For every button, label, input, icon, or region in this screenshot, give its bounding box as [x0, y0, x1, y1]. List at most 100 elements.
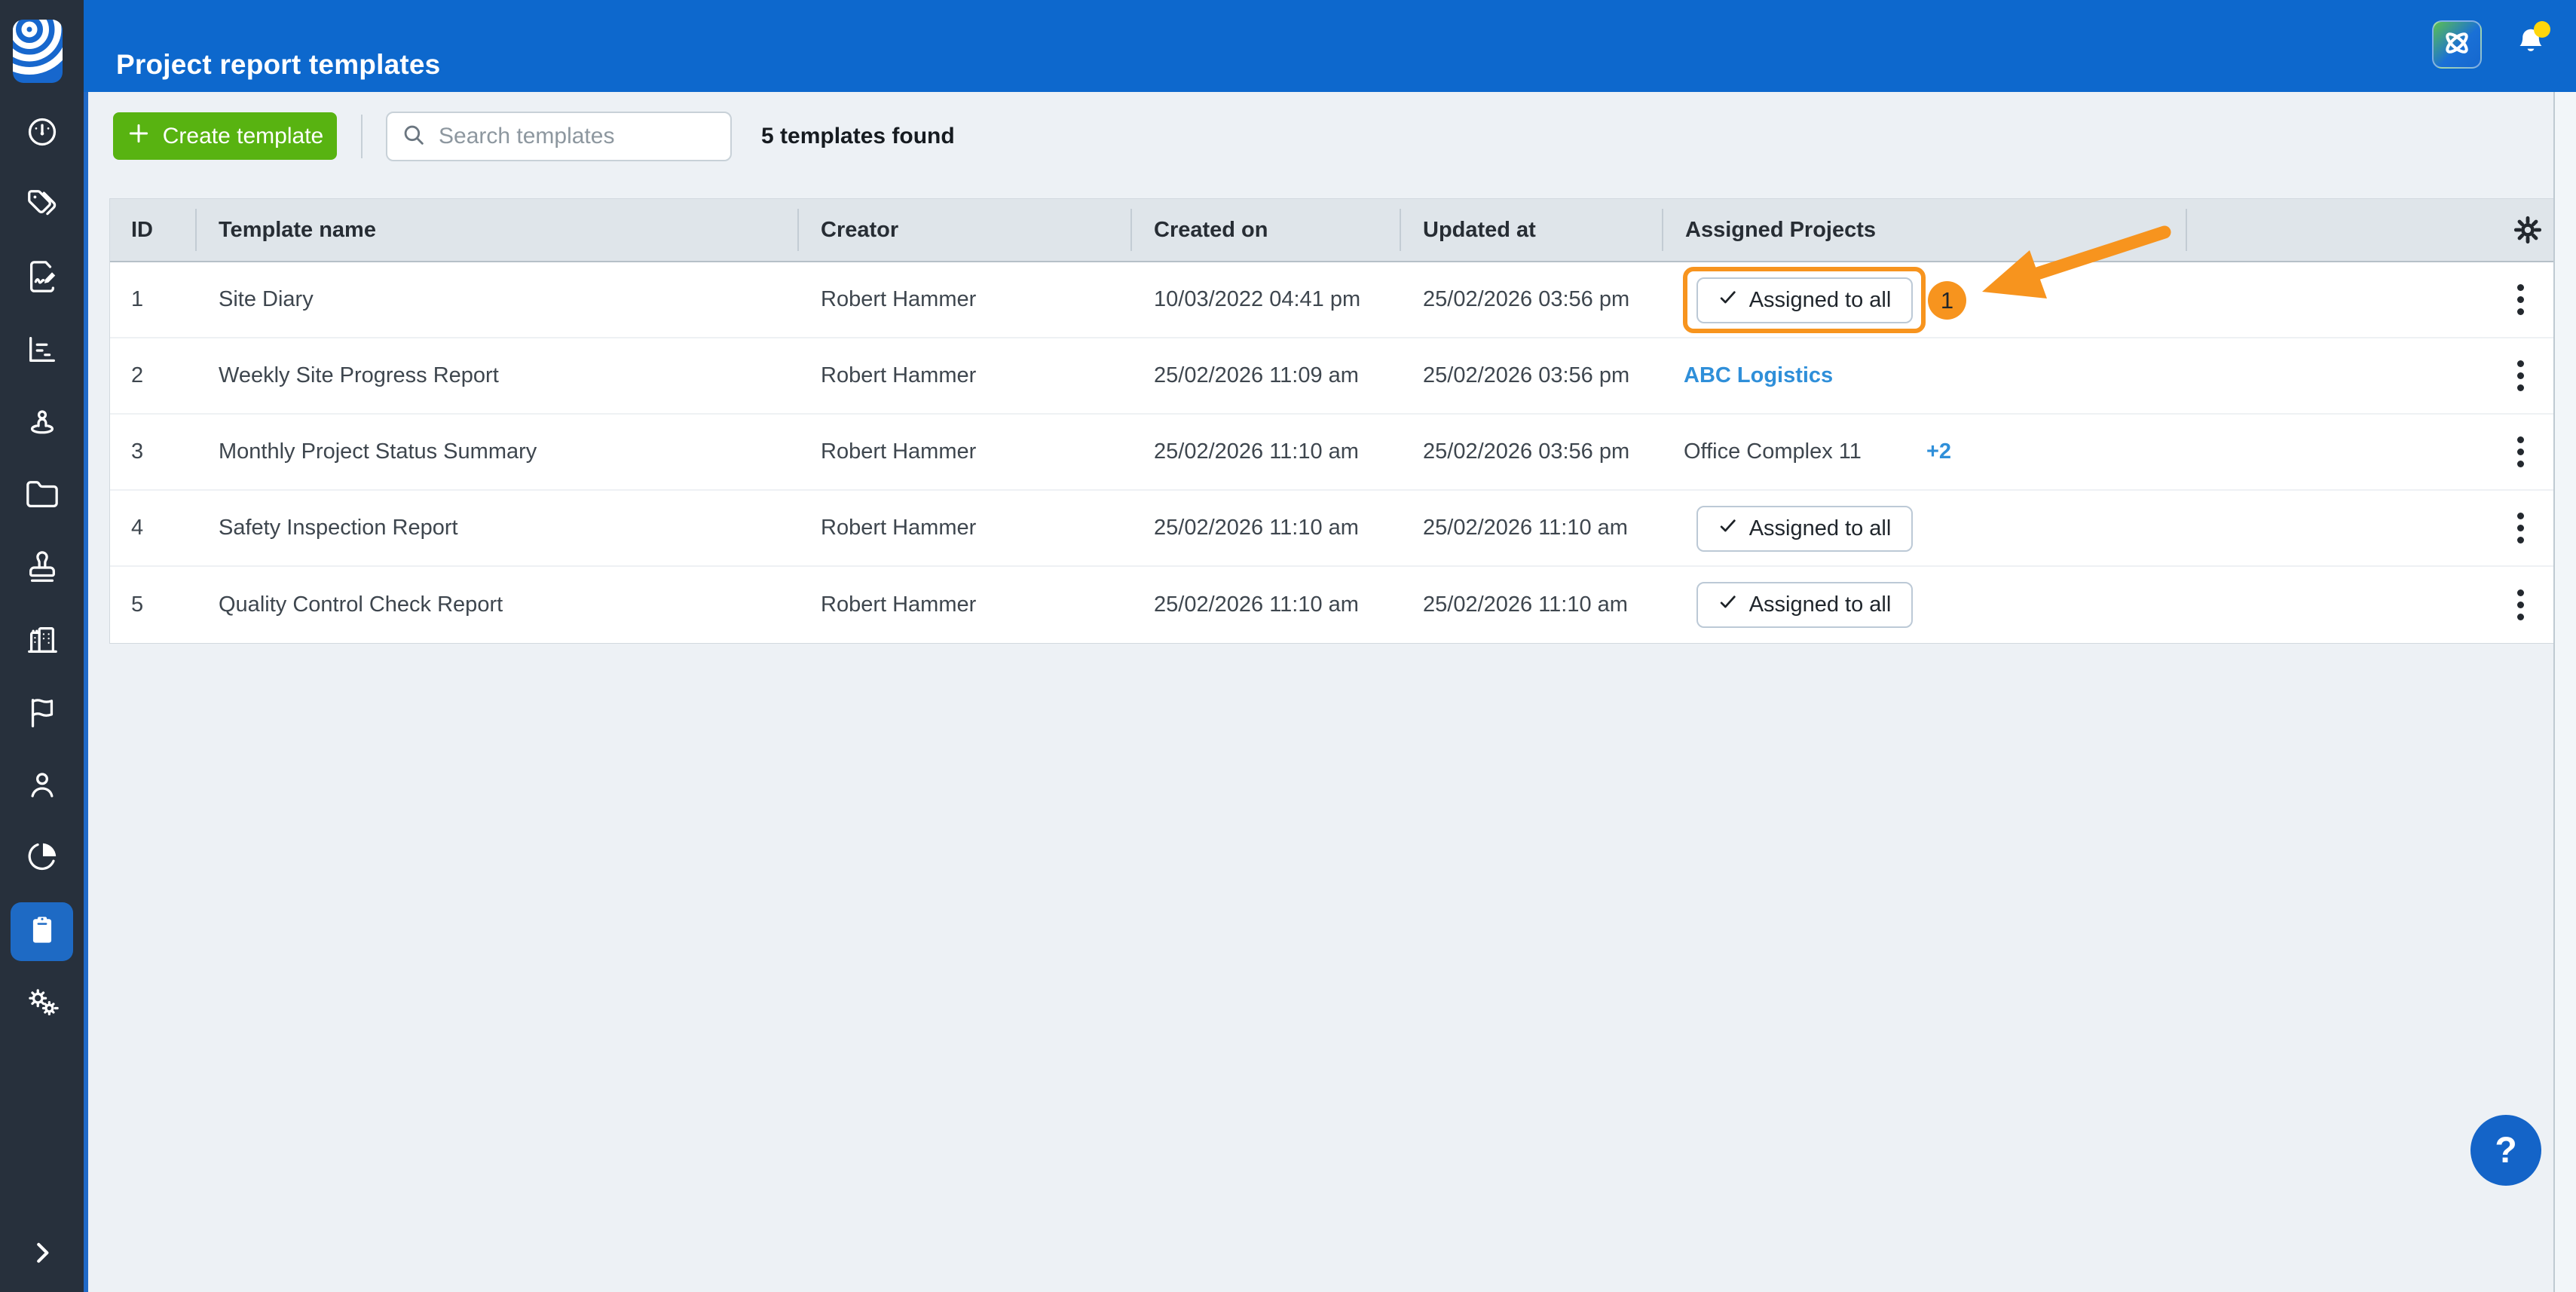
cell-template-name: Quality Control Check Report [196, 567, 798, 643]
cell-updated-at: 25/02/2026 03:56 pm [1400, 262, 1663, 337]
sidebar [0, 0, 84, 1292]
users-icon [25, 767, 60, 806]
column-divider [1400, 209, 1401, 251]
assigned-to-all-button[interactable]: Assigned to all [1696, 582, 1913, 628]
column-settings-gear-icon[interactable] [2513, 215, 2543, 245]
column-divider [797, 209, 799, 251]
assigned-to-all-label: Assigned to all [1749, 288, 1892, 313]
column-header-updated-at: Updated at [1400, 199, 1663, 261]
tags-icon [25, 187, 60, 225]
cell-template-name: Weekly Site Progress Report [196, 338, 798, 413]
cell-template-name: Safety Inspection Report [196, 491, 798, 565]
app-switcher-button[interactable] [2432, 20, 2482, 69]
notifications-button[interactable] [2513, 26, 2549, 65]
table-row[interactable]: 1Site DiaryRobert Hammer10/03/2022 04:41… [110, 262, 2554, 338]
templates-table: IDTemplate nameCreatorCreated onUpdated … [109, 198, 2555, 644]
chevron-right-icon [28, 1238, 57, 1271]
cell-creator: Robert Hammer [798, 567, 1131, 643]
settings-gears-icon [25, 985, 60, 1024]
check-icon [1718, 288, 1738, 314]
cell-created-on: 10/03/2022 04:41 pm [1131, 262, 1400, 337]
cell-updated-at: 25/02/2026 11:10 am [1400, 491, 1663, 565]
main-content: Create template 5 templates found IDTemp… [88, 92, 2576, 1292]
app-switcher-icon [2440, 26, 2474, 64]
row-menu-kebab-icon[interactable] [2507, 338, 2534, 413]
cell-created-on: 25/02/2026 11:10 am [1131, 415, 1400, 489]
cell-creator: Robert Hammer [798, 262, 1131, 337]
table-body: 1Site DiaryRobert Hammer10/03/2022 04:41… [110, 262, 2554, 643]
column-header-creator: Creator [798, 199, 1131, 261]
sidebar-item-settings-gears[interactable] [11, 975, 73, 1033]
column-header-template-name: Template name [196, 199, 798, 261]
table-row[interactable]: 2Weekly Site Progress ReportRobert Hamme… [110, 338, 2554, 415]
table-row[interactable]: 3Monthly Project Status SummaryRobert Ha… [110, 415, 2554, 491]
cell-template-name: Monthly Project Status Summary [196, 415, 798, 489]
sidebar-item-site-diary[interactable] [11, 249, 73, 308]
column-header-assigned-projects: Assigned Projects [1663, 199, 2186, 261]
cell-creator: Robert Hammer [798, 338, 1131, 413]
sidebar-item-documents-folder[interactable] [11, 467, 73, 525]
sidebar-item-manpower-location[interactable] [11, 394, 73, 453]
cell-created-on: 25/02/2026 11:10 am [1131, 567, 1400, 643]
cell-updated-at: 25/02/2026 03:56 pm [1400, 415, 1663, 489]
cell-created-on: 25/02/2026 11:09 am [1131, 338, 1400, 413]
assigned-to-all-label: Assigned to all [1749, 516, 1892, 541]
sidebar-item-dashboard[interactable] [11, 104, 73, 163]
row-menu-kebab-icon[interactable] [2507, 567, 2534, 643]
search-input[interactable] [437, 123, 730, 150]
row-menu-kebab-icon[interactable] [2507, 491, 2534, 565]
gantt-chart-icon [25, 332, 60, 371]
cell-template-name: Site Diary [196, 262, 798, 337]
cell-creator: Robert Hammer [798, 491, 1131, 565]
help-button[interactable]: ? [2470, 1115, 2541, 1186]
sidebar-item-approvals-stamp[interactable] [11, 539, 73, 598]
site-diary-icon [25, 259, 60, 298]
cell-id: 3 [110, 415, 196, 489]
unread-notification-dot [2534, 21, 2550, 38]
sidebar-item-gantt-chart[interactable] [11, 322, 73, 381]
cell-id: 4 [110, 491, 196, 565]
check-icon [1718, 516, 1738, 542]
cell-id: 5 [110, 567, 196, 643]
documents-folder-icon [25, 477, 60, 516]
templates-count: 5 templates found [761, 112, 955, 160]
row-menu-kebab-icon[interactable] [2507, 415, 2534, 489]
annotation-step-badge: 1 [1928, 281, 1966, 320]
column-divider [2186, 209, 2187, 251]
plus-icon [127, 121, 151, 152]
cell-id: 1 [110, 262, 196, 337]
report-templates-icon [25, 913, 60, 951]
check-icon [1718, 592, 1738, 618]
assigned-to-all-button[interactable]: Assigned to all [1696, 506, 1913, 552]
column-header-id: ID [110, 199, 196, 261]
sidebar-item-milestones-flag[interactable] [11, 684, 73, 743]
sidebar-item-report-templates[interactable] [11, 902, 73, 961]
sidebar-item-projects-buildings[interactable] [11, 612, 73, 671]
app-root: Project report templates Create template… [0, 0, 2576, 1292]
create-template-button[interactable]: Create template [113, 112, 337, 160]
manpower-location-icon [25, 405, 60, 443]
sidebar-item-analytics-pie[interactable] [11, 829, 73, 888]
column-divider [1130, 209, 1132, 251]
sidebar-item-tags[interactable] [11, 176, 73, 235]
search-box [386, 112, 732, 161]
assigned-to-all-button[interactable]: Assigned to all [1696, 277, 1913, 323]
more-projects-link[interactable]: +2 [1926, 415, 1951, 489]
right-scroll-rail [2553, 92, 2576, 1292]
approvals-stamp-icon [25, 550, 60, 588]
table-row[interactable]: 4Safety Inspection ReportRobert Hammer 25… [110, 491, 2554, 567]
assigned-to-all-label: Assigned to all [1749, 592, 1892, 617]
toolbar-divider [361, 115, 363, 158]
dashboard-icon [25, 115, 60, 153]
table-header-row: IDTemplate nameCreatorCreated onUpdated … [110, 199, 2554, 262]
sidebar-item-users[interactable] [11, 757, 73, 816]
sidebar-expand-button[interactable] [0, 1235, 84, 1274]
table-row[interactable]: 5Quality Control Check ReportRobert Hamm… [110, 567, 2554, 643]
create-template-label: Create template [163, 124, 323, 149]
notification-bell-icon [2513, 52, 2549, 65]
cell-creator: Robert Hammer [798, 415, 1131, 489]
assigned-project-link[interactable]: ABC Logistics [1684, 338, 1833, 413]
cell-updated-at: 25/02/2026 11:10 am [1400, 567, 1663, 643]
analytics-pie-icon [25, 840, 60, 878]
row-menu-kebab-icon[interactable] [2507, 262, 2534, 337]
